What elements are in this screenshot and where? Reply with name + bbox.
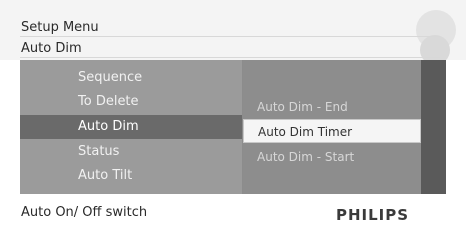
- menu-item-to-delete[interactable]: To Delete: [20, 90, 242, 114]
- breadcrumb-parent: Setup Menu: [21, 20, 99, 35]
- menu-item-auto-dim[interactable]: Auto Dim: [20, 115, 242, 139]
- menu-item-sequence[interactable]: Sequence: [20, 66, 242, 90]
- device-screen: Setup Menu Auto Dim Sequence To Delete A…: [0, 0, 466, 240]
- submenu-list: Auto Dim - End Auto Dim Timer Auto Dim -…: [243, 60, 421, 194]
- submenu-item-auto-dim-timer[interactable]: Auto Dim Timer: [243, 119, 421, 143]
- menu-item-auto-tilt[interactable]: Auto Tilt: [20, 164, 242, 188]
- help-text: Auto On/ Off switch: [21, 205, 148, 220]
- breadcrumb-current: Auto Dim: [21, 41, 82, 56]
- right-scroll-strip: [421, 60, 446, 194]
- submenu-item-auto-dim-start[interactable]: Auto Dim - Start: [243, 145, 421, 169]
- menu-item-status[interactable]: Status: [20, 140, 242, 164]
- divider-bottom: [20, 57, 440, 58]
- menu-panel: Sequence To Delete Auto Dim Status Auto …: [20, 60, 446, 194]
- main-menu-list: Sequence To Delete Auto Dim Status Auto …: [20, 60, 242, 194]
- footer: Auto On/ Off switch PHILIPS: [0, 194, 466, 240]
- submenu-item-auto-dim-end[interactable]: Auto Dim - End: [243, 95, 421, 119]
- divider-top: [20, 36, 440, 37]
- brand-logo: PHILIPS: [336, 206, 410, 224]
